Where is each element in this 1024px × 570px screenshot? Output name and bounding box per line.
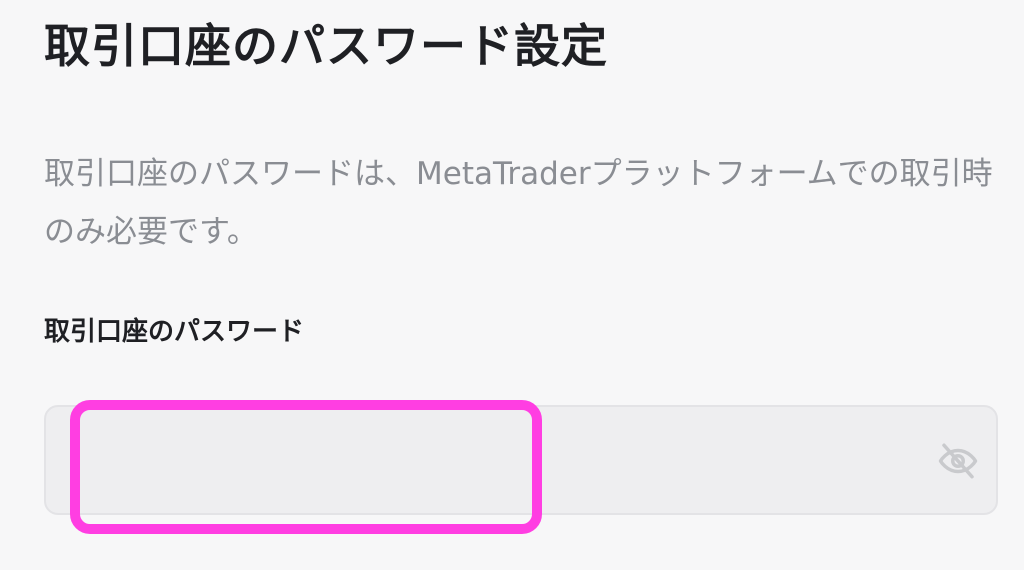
eye-off-icon[interactable] [936,439,980,483]
password-field-label: 取引口座のパスワード [44,317,305,347]
page-description: 取引口座のパスワードは、MetaTraderプラットフォームでの取引時のみ必要で… [44,156,993,250]
page-title: 取引口座のパスワード設定 [44,19,608,73]
password-field [44,405,998,515]
password-input[interactable] [46,407,926,513]
